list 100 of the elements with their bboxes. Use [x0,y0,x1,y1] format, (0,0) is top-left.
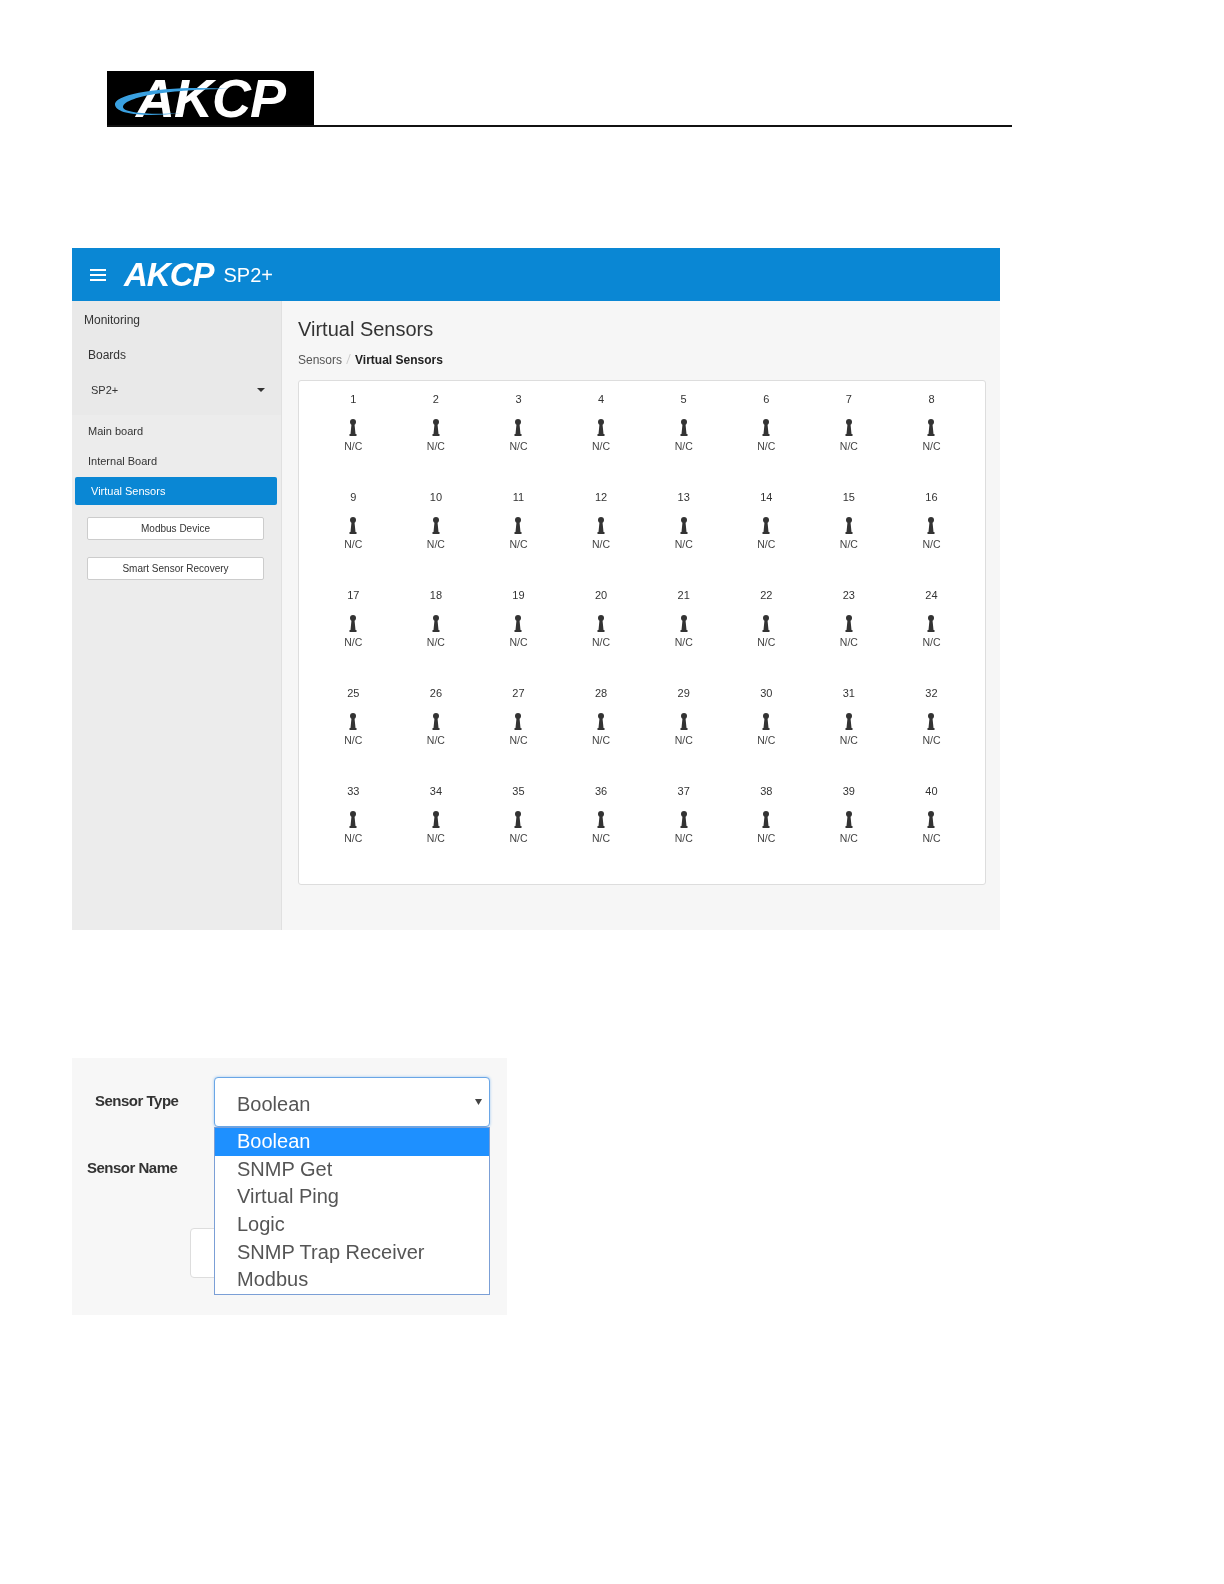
sensor-probe-icon[interactable] [431,615,440,632]
sensor-number: 17 [347,588,360,601]
sensor-number: 40 [925,784,938,797]
sensor-number: 28 [594,686,608,699]
sensor-number: 31 [842,686,855,699]
sensor-probe-icon[interactable] [597,517,606,534]
page-title: Virtual Sensors [298,317,435,341]
sensor-probe-icon[interactable] [679,811,688,828]
sensor-probe-icon[interactable] [679,713,688,730]
sidebar-dropdown[interactable]: SP2+ [91,372,265,409]
sensor-status: N/C [426,439,445,454]
sensor-probe-icon[interactable] [679,615,688,632]
sensor-probe-icon[interactable] [431,517,440,534]
sidebar-item[interactable]: Virtual Sensors [75,476,277,505]
sensor-probe-icon[interactable] [679,517,688,534]
sensor-probe-icon[interactable] [927,517,936,534]
sensor-probe-icon[interactable] [844,811,853,828]
sensor-probe-icon[interactable] [514,713,523,730]
sensor-probe-icon[interactable] [762,517,771,534]
breadcrumb-link[interactable]: Sensors [298,353,343,367]
sensor-status: N/C [592,831,611,846]
sensor-probe-icon[interactable] [597,615,606,632]
sensor-name-label: Sensor Name [87,1158,178,1178]
sensor-status: N/C [509,439,528,454]
sensor-probe-icon[interactable] [844,713,853,730]
sensor-status: N/C [592,733,611,748]
sensor-status: N/C [839,635,858,650]
sidebar-button[interactable]: Modbus Device [87,517,264,540]
sensor-number: 19 [512,588,525,601]
sensor-status: N/C [674,635,693,650]
sidebar-item[interactable]: Internal Board [72,446,281,477]
sensor-status: N/C [344,439,363,454]
sensor-number: 10 [429,490,442,503]
sensor-status: N/C [757,439,776,454]
sensor-probe-icon[interactable] [844,615,853,632]
sensor-probe-icon[interactable] [431,811,440,828]
sensor-status: N/C [592,439,611,454]
sidebar-item[interactable]: Boards [72,336,281,372]
product-name: SP2+ [223,262,273,288]
sensor-probe-icon[interactable] [679,419,688,436]
sensor-probe-icon[interactable] [349,615,358,632]
sensor-type-select[interactable]: Boolean [214,1077,490,1127]
sensor-probe-icon[interactable] [349,811,358,828]
sensor-status: N/C [674,439,693,454]
sidebar-button[interactable]: Smart Sensor Recovery [87,557,264,580]
sensor-status: N/C [509,537,528,552]
sensor-status: N/C [592,635,611,650]
sensor-number: 23 [842,588,855,601]
sensor-probe-icon[interactable] [762,419,771,436]
sensor-probe-icon[interactable] [349,419,358,436]
sensor-probe-icon[interactable] [762,615,771,632]
sensor-probe-icon[interactable] [597,811,606,828]
sensor-status: N/C [674,537,693,552]
sensor-number: 6 [763,392,770,405]
sensor-number: 13 [677,490,690,503]
sensor-probe-icon[interactable] [349,517,358,534]
dropdown-option[interactable]: Virtual Ping [215,1183,489,1212]
sensor-probe-icon[interactable] [431,713,440,730]
sensor-probe-icon[interactable] [514,615,523,632]
sensor-probe-icon[interactable] [514,419,523,436]
sensor-number: 33 [347,784,360,797]
sensor-probe-icon[interactable] [844,419,853,436]
sensor-probe-icon[interactable] [927,419,936,436]
sensor-probe-icon[interactable] [597,419,606,436]
sensor-probe-icon[interactable] [514,811,523,828]
sensor-probe-icon[interactable] [762,811,771,828]
sensor-status: N/C [426,537,445,552]
sensor-probe-icon[interactable] [431,419,440,436]
dropdown-option[interactable]: SNMP Trap Receiver [215,1238,489,1267]
sensor-number: 36 [594,784,608,797]
sensor-status: N/C [426,831,445,846]
sensor-status: N/C [674,831,693,846]
sensor-number: 29 [677,686,690,699]
sensor-status: N/C [757,831,776,846]
sensor-number: 21 [677,588,690,601]
sensor-type-label: Sensor Type [95,1091,179,1111]
sensor-status: N/C [426,635,445,650]
sensor-status: N/C [344,537,363,552]
sidebar-item[interactable]: Main board [72,414,281,446]
menu-icon[interactable] [90,268,106,281]
sensor-probe-icon[interactable] [349,713,358,730]
dropdown-option[interactable]: SNMP Get [215,1155,489,1184]
sensor-probe-icon[interactable] [514,517,523,534]
akcp-logo: AKCP [107,71,314,125]
sensor-probe-icon[interactable] [927,811,936,828]
sensor-number: 34 [429,784,442,797]
sensor-probe-icon[interactable] [927,615,936,632]
sensor-status: N/C [674,733,693,748]
sensor-probe-icon[interactable] [927,713,936,730]
sensor-number: 38 [760,784,773,797]
sensor-probe-icon[interactable] [597,713,606,730]
sensor-number: 5 [680,392,687,405]
sensor-probe-icon[interactable] [762,713,771,730]
sensor-number: 12 [594,490,608,503]
sensor-probe-icon[interactable] [844,517,853,534]
sidebar-item[interactable]: Monitoring [72,301,281,336]
dropdown-option[interactable]: Logic [215,1211,489,1239]
sensor-number: 32 [925,686,938,699]
dropdown-option[interactable]: Modbus [215,1266,489,1295]
sensor-status: N/C [344,831,363,846]
